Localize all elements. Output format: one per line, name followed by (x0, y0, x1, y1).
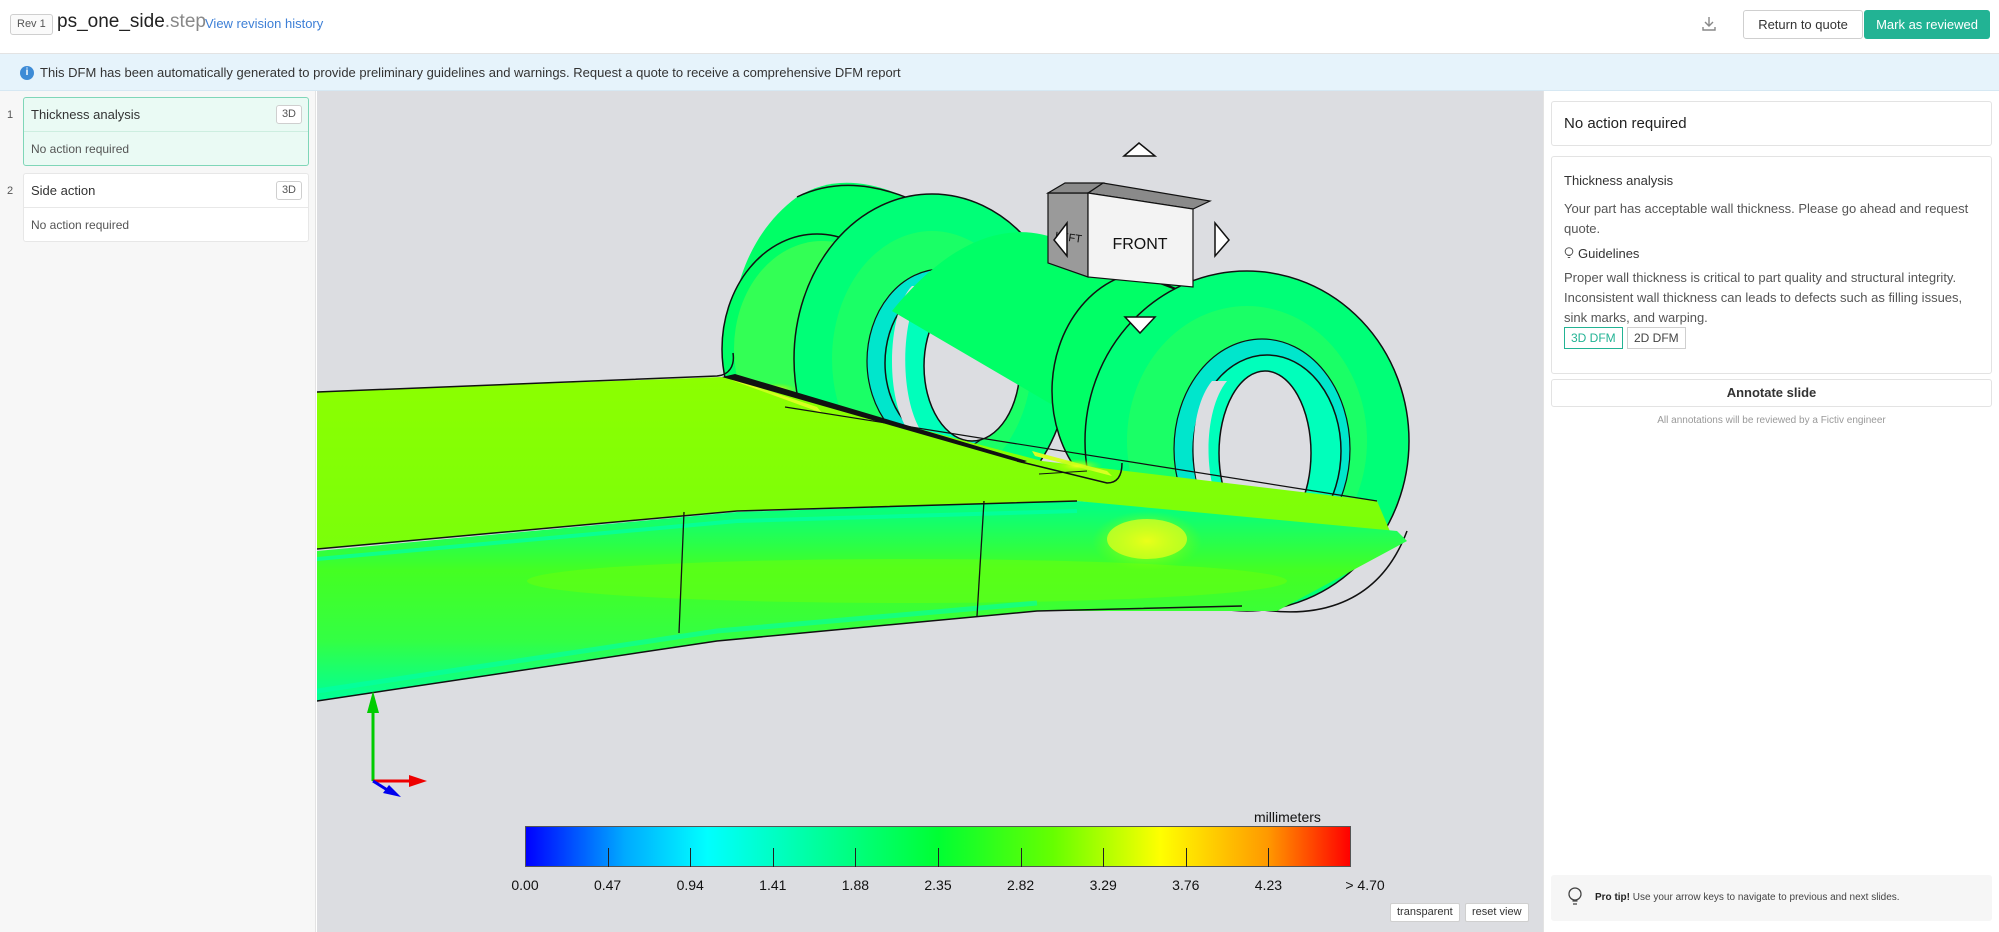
legend-tick (1020, 848, 1022, 867)
top-header: Rev 1 ps_one_side.step View revision his… (0, 0, 1999, 54)
return-to-quote-button[interactable]: Return to quote (1743, 10, 1863, 39)
legend-label: 1.41 (759, 877, 787, 893)
tab-3d-dfm[interactable]: 3D DFM (1564, 327, 1623, 349)
legend-label: 0.00 (511, 877, 539, 893)
view-cube-front-label: FRONT (1112, 236, 1167, 253)
slide-divider (24, 207, 308, 208)
legend-tick (938, 848, 939, 867)
guidelines-text: Proper wall thickness is critical to par… (1564, 270, 1963, 325)
details-panel: No action required Thickness analysis Yo… (1543, 91, 1999, 932)
slide-item-side-action[interactable]: Side action 3D No action required (23, 173, 309, 242)
slide-number: 1 (7, 109, 14, 121)
legend-tick (855, 848, 857, 867)
analysis-info-card: Thickness analysis Your part has accepta… (1551, 156, 1992, 374)
legend-label: 3.29 (1089, 877, 1117, 893)
legend-tick (1103, 848, 1105, 867)
legend-label: 3.76 (1172, 877, 1200, 893)
rotate-right-arrow-icon[interactable] (1214, 220, 1230, 258)
mark-as-reviewed-button[interactable]: Mark as reviewed (1864, 10, 1990, 39)
transparent-button[interactable]: transparent (1390, 903, 1460, 922)
3d-viewer[interactable]: FRONT LEFT millimeters 0.00 0.47 0.94 1.41 1… (317, 91, 1543, 932)
slides-sidebar: 1 Thickness analysis 3D No action requir… (0, 91, 316, 932)
legend-tick (690, 848, 692, 867)
guidelines-label: Guidelines (1578, 246, 1640, 261)
slide-divider (24, 131, 308, 132)
rotate-up-arrow-icon[interactable] (1121, 142, 1158, 157)
info-icon: i (20, 66, 34, 80)
file-name-base: ps_one_side (57, 11, 165, 32)
pro-tip-label: Pro tip! (1595, 892, 1630, 903)
status-title: No action required (1564, 115, 1687, 132)
reset-view-button[interactable]: reset view (1465, 903, 1529, 922)
legend-tick (607, 848, 609, 867)
slide-status: No action required (31, 218, 130, 232)
tab-2d-dfm[interactable]: 2D DFM (1627, 327, 1686, 349)
view-revision-history-link[interactable]: View revision history (205, 16, 323, 31)
3d-part-model[interactable]: FRONT LEFT (317, 91, 1543, 932)
legend-label: > 4.70 (1345, 877, 1385, 893)
legend-label: 2.35 (924, 877, 952, 893)
legend-label: 4.23 (1254, 877, 1283, 893)
annotate-slide-button[interactable]: Annotate slide (1551, 379, 1992, 407)
pro-tip-text: Pro tip! Use your arrow keys to navigate… (1595, 892, 1900, 903)
download-icon[interactable] (1699, 14, 1719, 34)
info-banner-text: This DFM has been automatically generate… (40, 65, 901, 80)
lightbulb-icon (1564, 247, 1574, 258)
annotation-note: All annotations will be reviewed by a Fi… (1657, 415, 1886, 426)
file-name-extension: .step (164, 11, 206, 32)
legend-label: 0.94 (676, 877, 704, 893)
status-card: No action required (1551, 101, 1992, 146)
slide-3d-badge: 3D (275, 181, 302, 200)
slide-status: No action required (31, 142, 130, 156)
legend-tick (1268, 848, 1270, 867)
legend-label: 2.82 (1006, 877, 1035, 893)
slide-number: 2 (7, 185, 14, 197)
info-banner: i This DFM has been automatically genera… (0, 54, 1999, 91)
legend-label: 0.47 (593, 877, 622, 893)
pro-tip-message: Use your arrow keys to navigate to previ… (1632, 892, 1900, 903)
file-name: ps_one_side.step (57, 11, 206, 33)
lightbulb-icon (1568, 887, 1582, 905)
legend-label: 1.88 (841, 877, 870, 893)
section-title: Thickness analysis (1564, 173, 1674, 188)
analysis-summary: Your part has acceptable wall thickness.… (1564, 201, 1969, 236)
revision-badge[interactable]: Rev 1 (10, 14, 53, 35)
axis-triad (367, 691, 427, 797)
slide-3d-badge: 3D (275, 105, 302, 124)
slide-item-thickness-analysis[interactable]: Thickness analysis 3D No action required (23, 97, 309, 166)
slide-title: Side action (31, 183, 96, 198)
guidelines-heading: Guidelines (1564, 246, 1639, 261)
legend-tick (1185, 848, 1187, 867)
legend-unit: millimeters (1254, 809, 1321, 825)
pro-tip-bar: Pro tip! Use your arrow keys to navigate… (1551, 875, 1992, 921)
slide-title: Thickness analysis (31, 107, 141, 122)
legend-tick (772, 848, 774, 867)
